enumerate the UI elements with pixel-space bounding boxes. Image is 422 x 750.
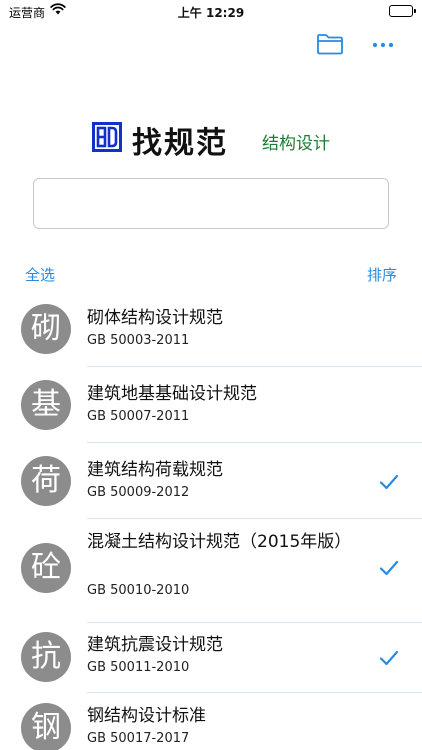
list-item[interactable]: 砌 砌体结构设计规范 GB 50003-2011 bbox=[0, 291, 422, 367]
nav-bar bbox=[0, 28, 422, 62]
standard-code: GB 50003-2011 bbox=[87, 333, 190, 348]
ellipsis-icon bbox=[372, 42, 394, 48]
standard-code: GB 50017-2017 bbox=[87, 731, 190, 746]
status-bar: 运营商 上午 12:29 bbox=[0, 0, 422, 24]
folder-button[interactable] bbox=[316, 32, 346, 58]
list-item[interactable]: 荷 建筑结构荷载规范 GB 50009-2012 bbox=[0, 443, 422, 519]
folder-icon bbox=[317, 34, 343, 55]
list-controls: 全选 排序 bbox=[0, 264, 422, 284]
search-input[interactable] bbox=[33, 178, 389, 229]
select-all-button[interactable]: 全选 bbox=[25, 264, 55, 285]
standards-list: 砌 砌体结构设计规范 GB 50003-2011 基 建筑地基基础设计规范 GB… bbox=[0, 291, 422, 750]
brand-logo bbox=[92, 122, 122, 152]
standard-name: 建筑地基基础设计规范 bbox=[87, 384, 257, 404]
standard-name: 建筑结构荷载规范 bbox=[87, 460, 223, 480]
brand-header: 找规范 结构设计 bbox=[0, 118, 422, 164]
list-item[interactable]: 砼 混凝土结构设计规范（2015年版） GB 50010-2010 bbox=[0, 519, 422, 623]
more-options-button[interactable] bbox=[371, 34, 395, 56]
clock-time: 上午 12:29 bbox=[177, 6, 245, 20]
list-item[interactable]: 钢 钢结构设计标准 GB 50017-2017 bbox=[0, 693, 422, 750]
standard-glyph-avatar: 荷 bbox=[21, 456, 71, 506]
standard-glyph-avatar: 砌 bbox=[21, 304, 71, 354]
standard-code: GB 50011-2010 bbox=[87, 660, 190, 675]
battery-icon bbox=[389, 5, 416, 17]
list-item[interactable]: 基 建筑地基基础设计规范 GB 50007-2011 bbox=[0, 367, 422, 443]
checkmark-icon bbox=[379, 560, 399, 576]
checkmark-icon bbox=[379, 650, 399, 666]
standard-glyph-avatar: 砼 bbox=[21, 543, 71, 593]
app-title: 找规范 bbox=[132, 126, 228, 161]
standard-code: GB 50007-2011 bbox=[87, 409, 190, 424]
standard-glyph-avatar: 基 bbox=[21, 380, 71, 430]
standard-name: 建筑抗震设计规范 bbox=[87, 635, 223, 655]
standard-code: GB 50009-2012 bbox=[87, 485, 190, 500]
sort-button[interactable]: 排序 bbox=[367, 264, 397, 285]
standard-code: GB 50010-2010 bbox=[87, 583, 190, 598]
standard-name: 钢结构设计标准 bbox=[87, 706, 206, 726]
checkmark-icon bbox=[379, 474, 399, 490]
standard-glyph-avatar: 抗 bbox=[21, 632, 71, 682]
list-item[interactable]: 抗 建筑抗震设计规范 GB 50011-2010 bbox=[0, 623, 422, 693]
standard-name: 混凝土结构设计规范（2015年版） bbox=[87, 532, 352, 552]
standard-name: 砌体结构设计规范 bbox=[87, 308, 223, 328]
standard-glyph-avatar: 钢 bbox=[21, 703, 71, 750]
app-subtitle: 结构设计 bbox=[262, 134, 330, 154]
